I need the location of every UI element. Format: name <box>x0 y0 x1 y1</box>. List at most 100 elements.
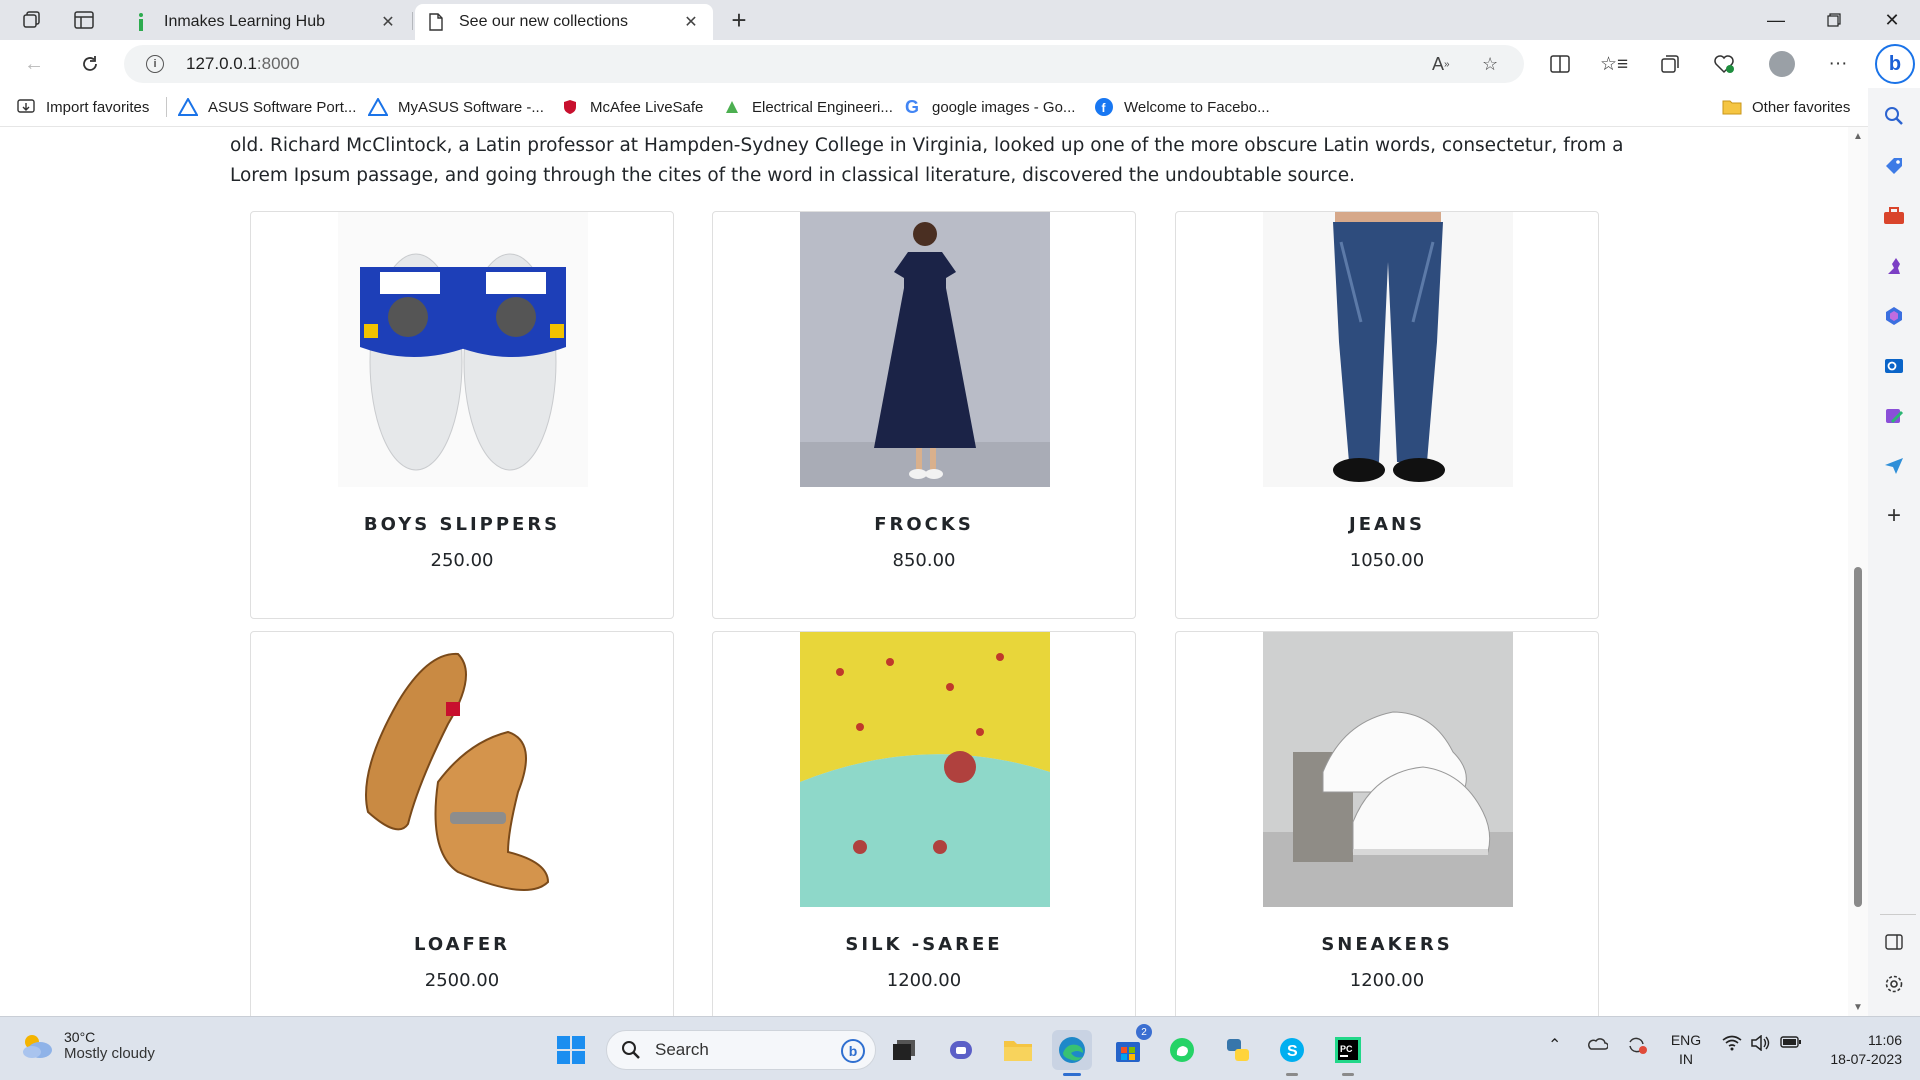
google-icon: G <box>904 96 919 117</box>
product-price: 1050.00 <box>1349 550 1425 571</box>
site-info-icon[interactable]: i <box>146 55 164 73</box>
favorite-facebook[interactable]: f Welcome to Facebo... <box>1094 96 1270 118</box>
tab-inmakes[interactable]: Inmakes Learning Hub ✕ <box>120 4 410 40</box>
edge-taskbar-icon[interactable] <box>1052 1030 1092 1076</box>
onedrive-icon[interactable] <box>1586 1035 1609 1056</box>
add-favorite-icon[interactable]: ☆ <box>1482 45 1498 83</box>
import-icon <box>16 98 36 116</box>
other-favorites[interactable]: Other favorites <box>1722 96 1850 118</box>
product-price: 1200.00 <box>886 970 962 991</box>
microsoft-store-icon[interactable]: 2 <box>1108 1024 1152 1070</box>
tab-title: Inmakes Learning Hub <box>164 13 325 30</box>
running-indicator <box>1342 1073 1354 1076</box>
send-icon[interactable] <box>1878 450 1910 482</box>
product-card[interactable]: SILK -SAREE 1200.00 <box>712 631 1136 1016</box>
system-clock[interactable]: 11:06 18-07-2023 <box>1816 1031 1902 1069</box>
svg-text:PC: PC <box>1340 1044 1353 1054</box>
microsoft-365-icon[interactable] <box>1878 300 1910 332</box>
language-indicator[interactable]: ENG IN <box>1668 1031 1704 1069</box>
battery-icon[interactable] <box>1780 1035 1802 1054</box>
start-button[interactable] <box>551 1030 591 1070</box>
copilot-icon[interactable]: b <box>1875 44 1915 84</box>
read-aloud-icon[interactable]: A» <box>1432 45 1450 83</box>
back-button[interactable]: ← <box>16 46 52 82</box>
asus-icon <box>178 98 198 116</box>
hide-sidebar-icon[interactable] <box>1878 926 1910 958</box>
sidebar-divider <box>1880 914 1916 915</box>
tools-icon[interactable] <box>1878 200 1910 232</box>
outlook-icon[interactable] <box>1878 350 1910 382</box>
new-tab-button[interactable]: + <box>722 4 756 36</box>
browser-essentials-icon[interactable] <box>1706 46 1742 82</box>
wifi-icon[interactable] <box>1722 1035 1742 1056</box>
product-card[interactable]: JEANS 1050.00 <box>1175 211 1599 619</box>
vertical-tabs-icon[interactable] <box>66 4 102 36</box>
page-icon <box>427 13 445 31</box>
product-price: 250.00 <box>430 550 494 571</box>
split-screen-icon[interactable] <box>1542 46 1578 82</box>
file-explorer-icon[interactable] <box>998 1030 1038 1070</box>
windows-taskbar: 30°C Mostly cloudy Search b 2 S PC ⌃ ENG… <box>0 1016 1920 1080</box>
maximize-button[interactable] <box>1806 0 1862 40</box>
favorite-asus-portal[interactable]: ASUS Software Port... <box>178 96 356 118</box>
teams-chat-icon[interactable] <box>942 1030 982 1070</box>
favorite-import[interactable]: Import favorites <box>16 96 149 118</box>
favorite-electrical[interactable]: Electrical Engineeri... <box>722 96 893 118</box>
sidebar-settings-icon[interactable] <box>1878 968 1910 1000</box>
running-indicator <box>1286 1073 1298 1076</box>
search-icon[interactable] <box>1878 100 1910 132</box>
product-image-saree[interactable] <box>800 632 1050 907</box>
product-card[interactable]: BOYS SLIPPERS 250.00 <box>250 211 674 619</box>
tab-collections[interactable]: See our new collections ✕ <box>415 4 713 40</box>
product-card[interactable]: SNEAKERS 1200.00 <box>1175 631 1599 1016</box>
close-icon[interactable]: ✕ <box>378 12 398 32</box>
favorite-mcafee[interactable]: McAfee LiveSafe <box>560 96 703 118</box>
weather-widget[interactable]: 30°C Mostly cloudy <box>20 1029 155 1062</box>
product-image-slippers[interactable] <box>338 212 588 487</box>
volume-icon[interactable] <box>1750 1034 1770 1056</box>
profile-avatar[interactable] <box>1764 46 1800 82</box>
scrollbar-thumb[interactable] <box>1854 567 1862 907</box>
product-card[interactable]: FROCKS 850.00 <box>712 211 1136 619</box>
pycharm-icon[interactable]: PC <box>1328 1030 1368 1076</box>
scroll-up-icon[interactable]: ▲ <box>1853 131 1863 142</box>
workspaces-icon[interactable] <box>14 4 50 36</box>
task-view-icon[interactable] <box>884 1030 924 1070</box>
product-name: FROCKS <box>874 514 974 535</box>
close-window-button[interactable]: ✕ <box>1864 0 1920 40</box>
collections-icon[interactable] <box>1652 46 1688 82</box>
product-image-loafer[interactable] <box>338 632 588 907</box>
designer-icon[interactable] <box>1878 400 1910 432</box>
product-image-frock[interactable] <box>800 212 1050 487</box>
refresh-button[interactable] <box>72 46 108 82</box>
favorite-google-images[interactable]: G google images - Go... <box>902 96 1075 118</box>
add-sidebar-app-icon[interactable]: + <box>1878 500 1910 532</box>
page-scrollbar[interactable]: ▲ ▼ <box>1848 127 1868 1016</box>
favorite-myasus[interactable]: MyASUS Software -... <box>368 96 544 118</box>
address-bar[interactable]: i 127.0.0.1:8000 A» ☆ <box>124 45 1524 83</box>
whatsapp-icon[interactable] <box>1162 1030 1202 1070</box>
show-hidden-icons[interactable]: ⌃ <box>1548 1035 1561 1055</box>
product-image-sneakers[interactable] <box>1263 632 1513 907</box>
minimize-button[interactable]: — <box>1748 0 1804 40</box>
product-card[interactable]: LOAFER 2500.00 <box>250 631 674 1016</box>
search-placeholder: Search <box>655 1040 709 1059</box>
taskbar-search[interactable]: Search b <box>606 1030 876 1070</box>
games-icon[interactable] <box>1878 250 1910 282</box>
python-icon[interactable] <box>1218 1030 1258 1070</box>
favorites-icon[interactable]: ☆≡ <box>1596 46 1632 82</box>
running-indicator <box>1063 1073 1081 1076</box>
skype-icon[interactable]: S <box>1272 1030 1312 1076</box>
settings-more-icon[interactable]: ··· <box>1820 46 1856 82</box>
page-viewport: old. Richard McClintock, a Latin profess… <box>0 126 1868 1016</box>
close-icon[interactable]: ✕ <box>681 12 701 32</box>
favorites-bar: Import favorites ASUS Software Port... M… <box>0 88 1868 126</box>
shopping-tag-icon[interactable] <box>1878 150 1910 182</box>
favorites-divider <box>166 97 167 117</box>
scroll-down-icon[interactable]: ▼ <box>1853 1002 1863 1013</box>
product-image-jeans[interactable] <box>1263 212 1513 487</box>
bing-chat-icon[interactable]: b <box>841 1039 865 1063</box>
notification-badge: 2 <box>1136 1024 1152 1040</box>
sync-icon[interactable] <box>1626 1035 1648 1060</box>
url-text[interactable]: 127.0.0.1:8000 <box>186 54 299 74</box>
